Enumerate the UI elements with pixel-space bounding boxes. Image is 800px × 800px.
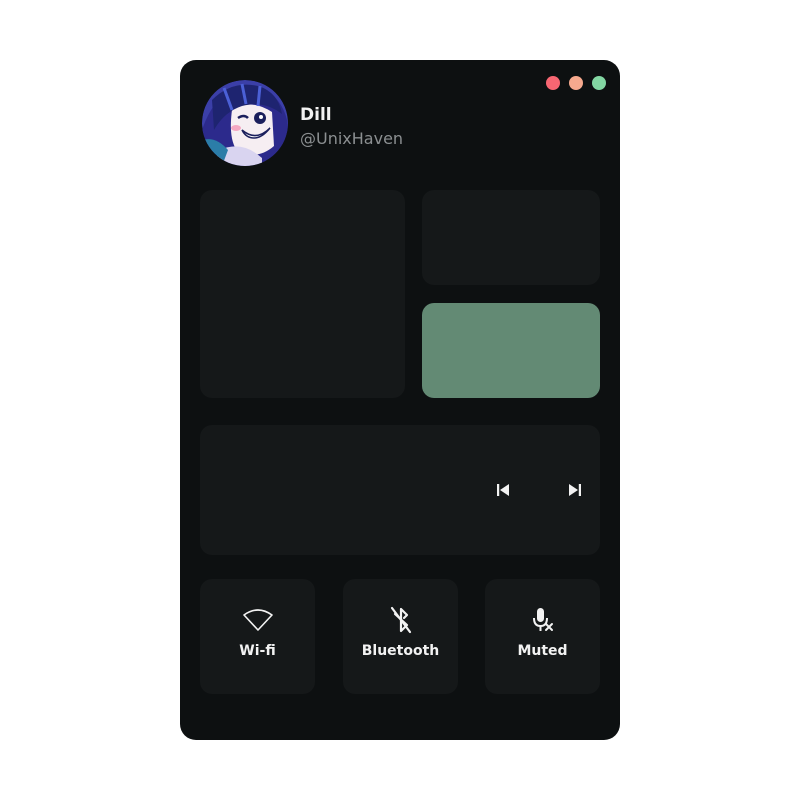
widget-tile-large[interactable]	[200, 190, 405, 398]
bluetooth-off-icon	[390, 606, 411, 634]
mute-label: Muted	[517, 643, 568, 659]
maximize-button[interactable]	[592, 76, 606, 90]
widget-tile-small[interactable]	[422, 190, 600, 285]
avatar-image	[202, 80, 288, 166]
profile-handle: @UnixHaven	[300, 129, 404, 148]
wifi-icon	[242, 609, 273, 631]
wifi-toggle[interactable]: Wi-fi	[200, 579, 315, 694]
skip-next-icon	[569, 484, 581, 496]
minimize-button[interactable]	[569, 76, 583, 90]
close-button[interactable]	[546, 76, 560, 90]
avatar[interactable]	[202, 80, 288, 166]
media-player	[200, 425, 600, 555]
control-center-window: Dill @UnixHaven Wi-fi Bluetooth Muted	[180, 60, 620, 740]
wifi-label: Wi-fi	[239, 643, 276, 659]
mute-toggle[interactable]: Muted	[485, 579, 600, 694]
bluetooth-label: Bluetooth	[361, 643, 440, 659]
bluetooth-toggle[interactable]: Bluetooth	[343, 579, 458, 694]
next-track-button[interactable]	[564, 479, 586, 501]
window-controls	[546, 76, 606, 90]
previous-track-button[interactable]	[492, 479, 514, 501]
skip-previous-icon	[497, 484, 509, 496]
profile-name: Dill	[300, 105, 332, 125]
widget-tile-accent[interactable]	[422, 303, 600, 398]
microphone-muted-icon	[532, 608, 553, 631]
